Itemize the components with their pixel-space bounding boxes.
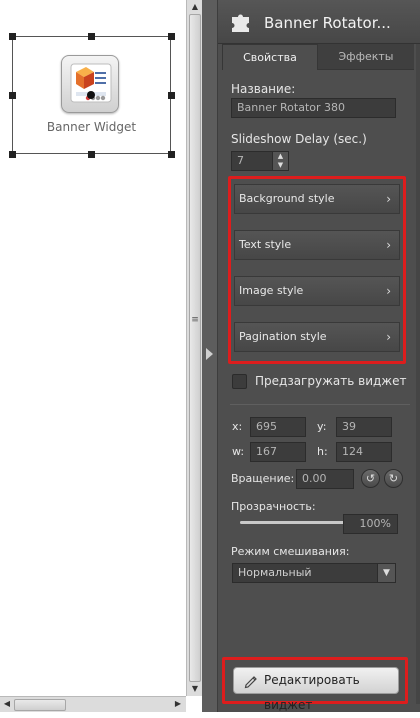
widget-label: Banner Widget [46, 120, 137, 134]
opacity-label: Прозрачность: [231, 500, 316, 513]
edit-widget-button[interactable]: Редактировать виджет [233, 667, 399, 712]
chevron-right-icon: › [386, 330, 391, 344]
y-position-field[interactable]: 39 [336, 417, 392, 437]
scroll-left-arrow-icon[interactable]: ◀ [1, 698, 13, 710]
edit-widget-label: Редактировать виджет [264, 673, 360, 712]
panel-splitter[interactable] [202, 0, 218, 712]
scroll-right-arrow-icon[interactable]: ▶ [172, 698, 184, 710]
pagination-style-button[interactable]: Pagination style › [234, 322, 400, 352]
panel-title: Banner Rotator... [264, 14, 391, 32]
design-canvas[interactable]: Banner Widget [0, 0, 186, 712]
blend-mode-value: Нормальный [238, 566, 312, 579]
text-style-label: Text style [239, 238, 292, 251]
edit-widget-highlight: Редактировать виджет [222, 657, 408, 712]
vertical-scroll-thumb[interactable] [189, 14, 201, 682]
background-style-button[interactable]: Background style › [234, 184, 400, 214]
h-label: h: [317, 445, 328, 458]
opacity-slider-fill [240, 521, 350, 524]
banner-widget-icon[interactable] [61, 55, 119, 113]
slideshow-delay-value: 7 [237, 154, 244, 167]
opacity-slider[interactable] [240, 521, 350, 524]
horizontal-scroll-thumb[interactable] [14, 699, 66, 711]
rotate-right-icon[interactable]: ↻ [384, 469, 403, 488]
preload-widget-checkbox[interactable] [232, 374, 247, 389]
grip-icon: ≡ [191, 315, 199, 325]
rotate-left-icon[interactable]: ↺ [361, 469, 380, 488]
canvas-vertical-scrollbar[interactable]: ▲ ≡ ▼ [186, 0, 202, 696]
panel-scrollbar[interactable] [416, 44, 420, 704]
stepper-arrows-icon[interactable]: ▲ ▼ [272, 152, 288, 170]
x-position-field[interactable]: 695 [250, 417, 306, 437]
text-style-button[interactable]: Text style › [234, 230, 400, 260]
resize-handle-right[interactable] [168, 92, 175, 99]
chevron-right-icon: › [386, 284, 391, 298]
blend-mode-select[interactable]: Нормальный ▼ [232, 563, 396, 583]
scroll-up-arrow-icon[interactable]: ▲ [189, 1, 201, 13]
resize-handle-top[interactable] [88, 33, 95, 40]
image-style-button[interactable]: Image style › [234, 276, 400, 306]
panel-header: Banner Rotator... [218, 0, 420, 44]
collapse-panel-arrow-icon[interactable] [206, 348, 213, 360]
resize-handle-bottom-right[interactable] [168, 151, 175, 158]
canvas-horizontal-scrollbar[interactable]: ◀ ▶ [0, 696, 186, 712]
name-field[interactable]: Banner Rotator 380 [231, 98, 396, 118]
tab-properties[interactable]: Свойства [222, 44, 318, 70]
chevron-right-icon: › [386, 192, 391, 206]
x-label: x: [232, 420, 243, 433]
pencil-icon [244, 673, 259, 698]
rotation-label: Вращение: [231, 472, 295, 485]
divider [230, 404, 410, 405]
image-style-label: Image style [239, 284, 304, 297]
tab-effects[interactable]: Эффекты [318, 44, 414, 70]
y-label: y: [317, 420, 327, 433]
style-buttons-group: Background style › Text style › Image st… [228, 176, 406, 364]
resize-handle-bottom-left[interactable] [9, 151, 16, 158]
panel-tabs: Свойства Эффекты [222, 44, 414, 70]
blend-mode-label: Режим смешивания: [231, 545, 350, 558]
rotation-field[interactable]: 0.00 [296, 469, 354, 489]
chevron-down-icon: ▼ [377, 564, 395, 582]
name-label: Название: [231, 82, 296, 96]
resize-handle-top-right[interactable] [168, 33, 175, 40]
slideshow-delay-label: Slideshow Delay (sec.) [231, 132, 367, 146]
width-field[interactable]: 167 [250, 442, 306, 462]
chevron-right-icon: › [386, 238, 391, 252]
pagination-style-label: Pagination style [239, 330, 327, 343]
background-style-label: Background style [239, 192, 335, 205]
height-field[interactable]: 124 [336, 442, 392, 462]
slideshow-delay-stepper[interactable]: 7 ▲ ▼ [231, 151, 289, 171]
scroll-down-arrow-icon[interactable]: ▼ [189, 683, 201, 695]
properties-panel: Banner Rotator... Свойства Эффекты Назва… [218, 0, 420, 712]
preload-widget-label: Предзагружать виджет [255, 374, 407, 388]
puzzle-icon [230, 12, 252, 34]
resize-handle-bottom[interactable] [88, 151, 95, 158]
resize-handle-top-left[interactable] [9, 33, 16, 40]
resize-handle-left[interactable] [9, 92, 16, 99]
w-label: w: [232, 445, 245, 458]
opacity-field[interactable]: 100% [343, 514, 398, 534]
